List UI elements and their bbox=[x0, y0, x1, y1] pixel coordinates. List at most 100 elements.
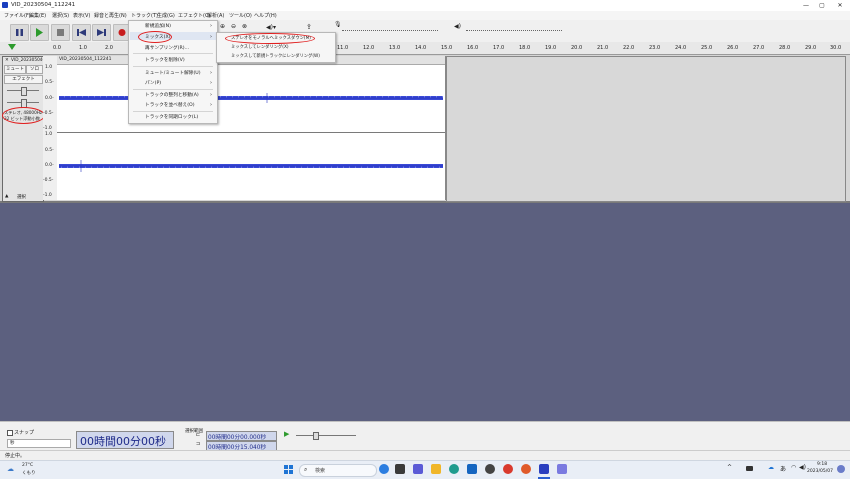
submenu-arrow-icon: › bbox=[210, 70, 212, 76]
waveform-clip[interactable]: VID_20230504_112241 bbox=[57, 56, 446, 200]
menu-item-mute-unmute[interactable]: ミュート/ミュート解除(U) bbox=[145, 70, 201, 76]
taskbar-search[interactable]: ⌕ 検索 bbox=[299, 464, 377, 477]
menu-item-sort-tracks[interactable]: トラックを並べ替え(O) bbox=[145, 102, 195, 108]
window-title: VID_20230504_112241 bbox=[11, 2, 76, 8]
ruler-tick: 17.0 bbox=[493, 45, 505, 51]
menu-item-sync-lock[interactable]: トラックを同期ロック(L) bbox=[145, 114, 198, 120]
selection-start-field[interactable]: 00時間00分00.000秒 bbox=[206, 431, 277, 441]
gain-slider-handle[interactable] bbox=[21, 87, 27, 96]
waveform-graphic bbox=[59, 93, 443, 172]
empty-project-area[interactable] bbox=[0, 203, 850, 421]
clock-time[interactable]: 9:18 bbox=[817, 462, 827, 467]
tray-app-icon[interactable] bbox=[746, 466, 753, 471]
chat-icon[interactable] bbox=[413, 464, 423, 474]
task-view-icon[interactable] bbox=[395, 464, 405, 474]
menu-edit[interactable]: 編集(E) bbox=[29, 12, 46, 19]
menu-separator bbox=[133, 89, 213, 90]
track-close-icon[interactable]: ✕ bbox=[5, 58, 9, 63]
scale-label: -0.5- bbox=[43, 178, 54, 183]
ruler-tick: 19.0 bbox=[545, 45, 557, 51]
minimize-button[interactable]: — bbox=[798, 1, 814, 10]
menu-item-mix-and-render[interactable]: ミックスしてレンダリング(X) bbox=[231, 44, 289, 50]
skip-start-button[interactable] bbox=[72, 24, 91, 41]
onedrive-icon[interactable]: ☁ bbox=[768, 464, 774, 471]
menu-item-add-new[interactable]: 新規追加(N) bbox=[145, 23, 171, 29]
snap-checkbox[interactable] bbox=[7, 430, 13, 436]
effects-button[interactable]: エフェクト bbox=[4, 75, 43, 84]
menu-item-remove-tracks[interactable]: トラックを削除(V) bbox=[145, 57, 185, 63]
time-display[interactable]: 00時間00分00秒 bbox=[76, 431, 174, 449]
start-icon[interactable] bbox=[284, 465, 293, 474]
play-button[interactable] bbox=[30, 24, 49, 41]
menu-transport[interactable]: 録音と再生(N) bbox=[94, 12, 127, 19]
zoom-in-icon[interactable]: ⊕ bbox=[220, 23, 225, 30]
dell-icon[interactable] bbox=[485, 464, 495, 474]
menu-item-mix-render-new-track[interactable]: ミックスして新規トラックにレンダリング(W) bbox=[231, 53, 320, 59]
audacity-icon[interactable] bbox=[539, 464, 549, 474]
menu-item-resample[interactable]: 再サンプリング(R)... bbox=[145, 45, 189, 51]
volume-icon[interactable]: ◀) bbox=[799, 464, 806, 471]
play-speed-slider[interactable] bbox=[296, 435, 356, 436]
play-at-speed-icon[interactable]: ▶ bbox=[284, 430, 289, 438]
fit-selection-icon[interactable]: ⊗ bbox=[242, 23, 247, 30]
empty-track-region[interactable] bbox=[446, 56, 846, 202]
bing-icon[interactable] bbox=[379, 464, 389, 474]
speaker-icon: ◀) bbox=[454, 23, 461, 30]
ime-lang-indicator[interactable]: あ bbox=[780, 464, 786, 473]
file-explorer-icon[interactable] bbox=[431, 464, 441, 474]
collapse-icon[interactable]: ▲ bbox=[5, 194, 8, 199]
title-bar: VID_20230504_112241 — ▢ ✕ bbox=[0, 0, 850, 11]
edge-icon[interactable] bbox=[449, 464, 459, 474]
menu-select[interactable]: 選択(S) bbox=[52, 12, 69, 19]
stop-button[interactable] bbox=[51, 24, 70, 41]
maximize-button[interactable]: ▢ bbox=[814, 1, 830, 10]
zoom-out-icon[interactable]: ⊖ bbox=[231, 23, 236, 30]
microphone-icon: 🎙 bbox=[334, 21, 342, 28]
clock-date[interactable]: 2023/05/07 bbox=[807, 469, 833, 474]
ruler-tick: 27.0 bbox=[753, 45, 765, 51]
audio-setup-icon[interactable]: ◀)▾ bbox=[266, 24, 276, 31]
record-level-meter[interactable] bbox=[342, 24, 438, 31]
menu-help[interactable]: ヘルプ(H) bbox=[254, 12, 277, 19]
track-control-panel: ✕ VID_20230504▾ ミュート ソロ エフェクト ステレオ, 4800… bbox=[2, 56, 45, 202]
menu-effect[interactable]: エフェクト(C) bbox=[178, 12, 210, 19]
menu-file[interactable]: ファイル(F) bbox=[4, 12, 31, 19]
menu-tracks[interactable]: トラック(T) bbox=[131, 12, 158, 19]
tray-expand-icon[interactable]: ^ bbox=[727, 464, 732, 471]
chrome-icon[interactable] bbox=[503, 464, 513, 474]
close-button[interactable]: ✕ bbox=[832, 1, 848, 10]
app-icon-extra[interactable] bbox=[557, 464, 567, 474]
menu-separator bbox=[133, 53, 213, 54]
skip-end-button[interactable] bbox=[92, 24, 111, 41]
menu-view[interactable]: 表示(V) bbox=[73, 12, 90, 19]
solo-button[interactable]: ソロ bbox=[26, 65, 43, 74]
weather-icon[interactable]: ☁ bbox=[7, 465, 14, 473]
scale-label: 0.0- bbox=[45, 163, 54, 168]
menu-tools[interactable]: ツール(O) bbox=[229, 12, 252, 19]
mute-button[interactable]: ミュート bbox=[4, 65, 26, 74]
menu-generate[interactable]: 生成(G) bbox=[157, 12, 175, 19]
track-name-button[interactable]: VID_20230504▾ bbox=[11, 58, 45, 63]
select-track-button[interactable]: 選択 bbox=[17, 194, 26, 200]
submenu-arrow-icon: › bbox=[210, 102, 212, 108]
snap-unit-select[interactable]: 秒 bbox=[7, 439, 71, 448]
playback-level-meter[interactable] bbox=[466, 24, 562, 31]
scale-label: -1.0 bbox=[43, 193, 52, 198]
menu-analyze[interactable]: 解析(A) bbox=[207, 12, 224, 19]
highlight-circle bbox=[225, 33, 315, 44]
menu-item-align-tracks[interactable]: トラックの整列と移動(A) bbox=[145, 92, 199, 98]
status-text: 停止中。 bbox=[5, 453, 26, 459]
ruler-tick: 18.0 bbox=[519, 45, 531, 51]
play-speed-handle[interactable] bbox=[313, 432, 319, 440]
menu-item-pan[interactable]: パン(P) bbox=[145, 80, 161, 86]
wifi-icon[interactable]: ◠ bbox=[791, 464, 796, 471]
play-head-icon[interactable] bbox=[8, 44, 16, 50]
record-button[interactable] bbox=[113, 24, 129, 41]
share-icon[interactable]: ⇪ bbox=[306, 23, 312, 31]
submenu-arrow-icon: › bbox=[210, 80, 212, 86]
firefox-icon[interactable] bbox=[521, 464, 531, 474]
pause-button[interactable] bbox=[10, 24, 29, 41]
notification-icon[interactable] bbox=[837, 465, 845, 473]
store-icon[interactable] bbox=[467, 464, 477, 474]
ruler-tick: 2.0 bbox=[105, 45, 113, 51]
